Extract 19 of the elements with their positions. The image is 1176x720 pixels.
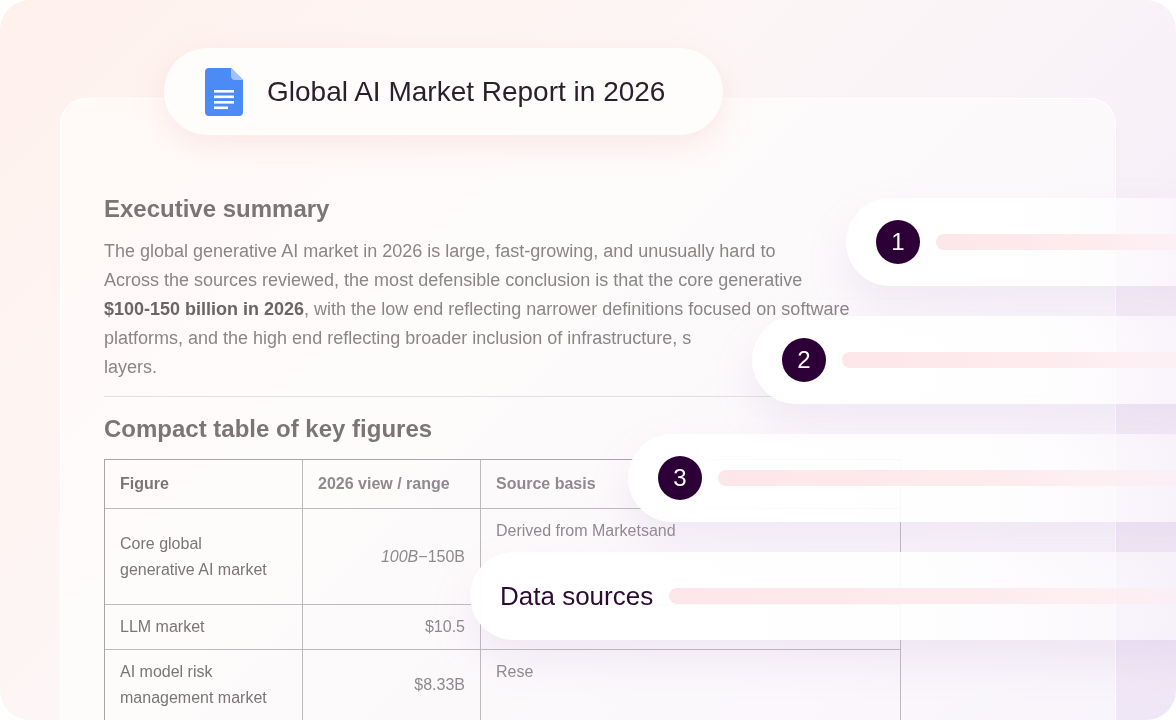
column-header: Figure: [105, 460, 303, 509]
summary-line: platforms, and the high end reflecting broader inclusion of infrastructure, s: [104, 327, 692, 350]
table-cell: AI model risk management market: [105, 650, 303, 720]
summary-line: The global generative AI market in 2026 is large, fast-growing, and unusually hard to: [104, 240, 776, 263]
step-number: 2: [782, 338, 826, 382]
section-heading: Compact table of key figures: [104, 415, 434, 443]
summary-line: $100-150 billion in 2026, with the low end reflecting narrower definitions focused on software: [104, 298, 850, 321]
document-icon: [205, 67, 243, 116]
step-number: 1: [876, 220, 920, 264]
table-cell: Rese: [481, 650, 901, 720]
summary-line: layers.: [104, 356, 157, 379]
summary-line: Across the sources reviewed, the most defensible conclusion is that the core generative: [104, 269, 803, 292]
step-number: 3: [658, 456, 702, 500]
document-title: Global AI Market Report in 2026: [267, 75, 666, 108]
table-cell: LLM market: [105, 605, 303, 650]
section-heading: Executive summary: [104, 195, 331, 223]
column-header: 2026 view / range: [303, 460, 481, 509]
table-cell: $8.33B: [303, 650, 481, 720]
table-cell: Core global generative AI market: [105, 509, 303, 605]
